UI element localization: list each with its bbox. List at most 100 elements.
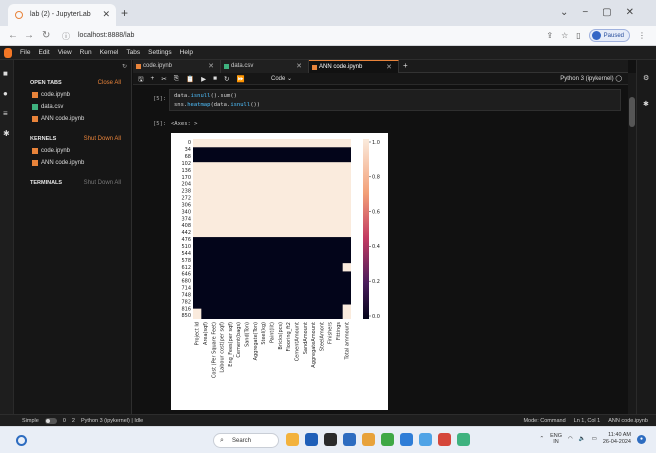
- close-tab-icon[interactable]: ✕: [102, 9, 110, 20]
- widgets-icon[interactable]: [16, 435, 27, 446]
- kernel-status-text[interactable]: Python 3 (ipykernel) | Idle: [81, 418, 143, 424]
- colorbar-tick-label: 0.6: [372, 209, 380, 215]
- colorbar-tick-label: 1.0: [372, 140, 380, 146]
- new-launcher-icon[interactable]: +: [403, 61, 408, 70]
- x-tick-label: Bricks(pcs): [278, 322, 284, 350]
- doc-tab-data[interactable]: data.csv ✕: [221, 60, 309, 73]
- taskbar-apps: [286, 433, 470, 446]
- code-token: ().sum(): [210, 93, 237, 99]
- csv-file-icon: [32, 104, 38, 110]
- menu-run[interactable]: Run: [80, 49, 92, 56]
- kernel-count[interactable]: 2: [72, 418, 75, 424]
- language-indicator[interactable]: ENG IN: [550, 433, 562, 445]
- clock[interactable]: 11:40 AM 26-04-2024: [603, 432, 631, 446]
- y-tick-label: 748: [181, 292, 191, 298]
- extension-icon[interactable]: ✱: [3, 130, 11, 138]
- edge-icon[interactable]: [400, 433, 413, 446]
- notebook-scrollbar[interactable]: [628, 73, 636, 414]
- taskbar-search[interactable]: ⌕ Search: [213, 433, 279, 448]
- menu-settings[interactable]: Settings: [148, 49, 172, 56]
- open-tabs-title: OPEN TABS: [30, 80, 62, 86]
- open-tab-item[interactable]: data.csv: [32, 104, 63, 110]
- forward-icon[interactable]: →: [24, 30, 34, 41]
- close-icon[interactable]: ✕: [296, 62, 302, 70]
- shut-down-all-kernels-button[interactable]: Shut Down All: [84, 136, 121, 142]
- heatmap-missing-band: [193, 162, 351, 238]
- battery-icon[interactable]: ▭: [592, 436, 597, 442]
- property-inspector-icon[interactable]: ⚙: [643, 74, 649, 82]
- app-icon[interactable]: [286, 433, 299, 446]
- scroll-thumb[interactable]: [629, 97, 635, 127]
- simple-mode-toggle[interactable]: [44, 418, 57, 424]
- menu-edit[interactable]: Edit: [38, 49, 49, 56]
- reload-icon[interactable]: ↻: [42, 30, 50, 41]
- browser-tab-title: lab (2) - JupyterLab: [30, 11, 91, 18]
- close-icon[interactable]: ✕: [208, 62, 214, 70]
- cell-type-select[interactable]: Code ⌄: [271, 75, 292, 82]
- running-icon[interactable]: ●: [3, 90, 11, 98]
- volume-icon[interactable]: 🔈: [579, 436, 586, 442]
- y-tick-label: 714: [181, 286, 191, 292]
- kernel-item[interactable]: code.ipynb: [32, 148, 70, 154]
- share-icon[interactable]: ⇪: [546, 31, 553, 40]
- app-icon[interactable]: [305, 433, 318, 446]
- menu-help[interactable]: Help: [180, 49, 193, 56]
- cursor-position[interactable]: Ln 1, Col 1: [574, 418, 601, 424]
- close-icon[interactable]: ✕: [386, 63, 392, 71]
- x-tick-label: Total ammount: [344, 322, 350, 360]
- more-menu-icon[interactable]: ⋮: [638, 31, 646, 40]
- app-icon[interactable]: [324, 433, 337, 446]
- notification-icon[interactable]: ●: [637, 434, 646, 444]
- open-tab-item[interactable]: ANN code.ipynb: [32, 116, 84, 122]
- file-explorer-icon[interactable]: [362, 433, 375, 446]
- menu-file[interactable]: File: [20, 49, 30, 56]
- code-cell-editor[interactable]: data.isnull().sum() sns.heatmap(data.isn…: [169, 89, 621, 111]
- doc-tab-code[interactable]: code.ipynb ✕: [133, 60, 221, 73]
- mode-text: Mode: Command: [523, 418, 566, 424]
- url-text[interactable]: localhost:8888/lab: [78, 32, 134, 39]
- output-text: <Axes: >: [171, 121, 198, 127]
- bookmark-star-icon[interactable]: ☆: [561, 31, 568, 40]
- terminal-count[interactable]: 0: [63, 418, 66, 424]
- back-icon[interactable]: ←: [8, 30, 18, 41]
- app-icon[interactable]: [438, 433, 451, 446]
- profile-button[interactable]: Paused: [588, 29, 630, 42]
- jupyter-logo-icon: [4, 48, 12, 58]
- chrome-icon[interactable]: [381, 433, 394, 446]
- toc-icon[interactable]: ≡: [3, 110, 11, 118]
- y-tick-label: 510: [181, 244, 191, 250]
- new-tab-icon[interactable]: +: [121, 6, 128, 20]
- close-all-button[interactable]: Close All: [98, 80, 121, 86]
- shut-down-all-terminals-button[interactable]: Shut Down All: [84, 180, 121, 186]
- menu-kernel[interactable]: Kernel: [100, 49, 119, 56]
- window-controls[interactable]: ⌄−▢✕: [560, 7, 648, 18]
- wifi-icon[interactable]: ◠: [568, 436, 573, 442]
- open-tab-item[interactable]: code.ipynb: [32, 92, 70, 98]
- refresh-icon[interactable]: ↻: [122, 63, 127, 70]
- doc-tab-ann-code[interactable]: ANN code.ipynb ✕: [309, 60, 399, 73]
- y-tick-label: 374: [181, 216, 191, 222]
- input-prompt: [5]:: [153, 96, 167, 102]
- kernel-item[interactable]: ANN code.ipynb: [32, 160, 84, 166]
- clock-time: 11:40 AM: [608, 432, 631, 438]
- kernels-title: KERNELS: [30, 136, 57, 142]
- kernel-name: Python 3 (ipykernel): [560, 76, 614, 82]
- chevron-up-icon[interactable]: ⌃: [539, 436, 544, 442]
- kernel-indicator[interactable]: Python 3 (ipykernel) ◯: [560, 75, 622, 82]
- chevron-down-icon: ⌄: [287, 76, 293, 82]
- sidebar-panel-icon[interactable]: ▯: [576, 31, 580, 40]
- screen: lab (2) - JupyterLab ✕ + ⌄−▢✕ ← → ↻ ⓘ lo…: [0, 0, 656, 453]
- browser-tab[interactable]: lab (2) - JupyterLab ✕: [8, 4, 116, 26]
- code-token: data.: [174, 93, 191, 99]
- menu-tabs[interactable]: Tabs: [126, 49, 140, 56]
- menu-view[interactable]: View: [58, 49, 72, 56]
- app-icon[interactable]: [457, 433, 470, 446]
- app-icon[interactable]: [343, 433, 356, 446]
- debugger-icon[interactable]: ✱: [643, 100, 649, 108]
- folder-icon[interactable]: ■: [3, 70, 11, 78]
- y-tick-label: 544: [181, 251, 191, 257]
- app-icon[interactable]: [419, 433, 432, 446]
- site-info-icon[interactable]: ⓘ: [62, 31, 70, 42]
- y-tick-label: 680: [181, 279, 191, 285]
- x-tick-label: Area(sqf): [203, 322, 209, 345]
